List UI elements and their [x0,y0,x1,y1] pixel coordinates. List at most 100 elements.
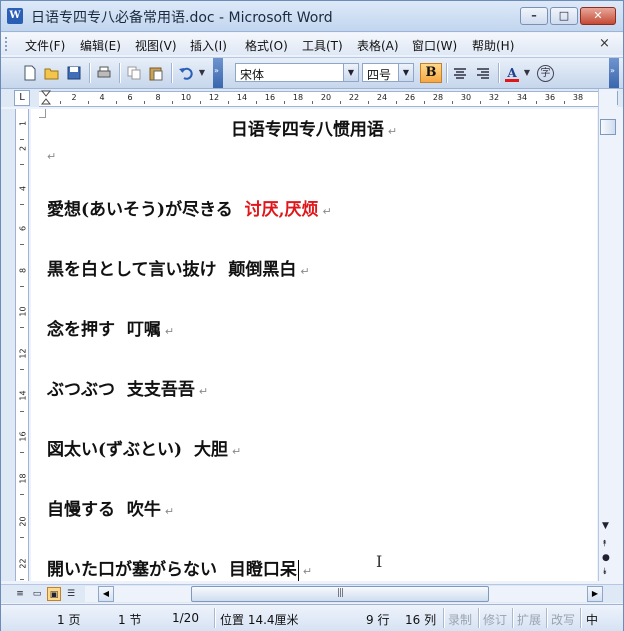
vertical-scroll-thumb[interactable] [600,119,616,135]
menu-insert[interactable]: 插入(I) [190,37,227,54]
phonetic-guide-button[interactable]: 字 [537,65,554,82]
menu-grip-handle[interactable] [5,37,10,51]
outline-view-button[interactable]: ☰ [64,587,78,601]
document-title[interactable]: 日语专四专八惯用语 ↵ [31,115,597,140]
tab-stop-selector[interactable]: L [14,90,30,106]
ruler-tick [228,101,229,104]
title-bar[interactable]: W 日语专四专八必备常用语.doc - Microsoft Word – □ ✕ [1,1,623,32]
paste-button[interactable] [147,64,165,82]
formatting-overflow-chevron[interactable]: » [609,58,619,88]
font-size-combo[interactable]: 四号 ▼ [362,63,414,82]
menu-view[interactable]: 视图(V) [135,37,177,54]
font-color-dropdown[interactable]: ▼ [522,64,532,82]
ruler-tick [116,101,117,104]
previous-page-icon[interactable]: ⯭ [602,539,607,549]
copy-button[interactable] [125,64,143,82]
align-right-button[interactable] [474,64,492,82]
word-app-icon[interactable]: W [7,8,23,24]
entry-chinese: 目瞪口呆 [228,560,297,580]
menu-edit[interactable]: 编辑(E) [80,37,121,54]
ruler-tick [20,411,24,412]
menu-format[interactable]: 格式(O) [245,37,288,54]
normal-view-icon: ≡ [16,589,24,599]
font-name-combo[interactable]: 宋体 ▼ [235,63,359,82]
chevron-down-icon[interactable]: ▼ [398,64,413,81]
menu-window[interactable]: 窗口(W) [412,37,457,54]
document-page[interactable]: 日语专四专八惯用语 ↵ ↵ 愛想(あいそう)が尽きる 讨厌,厌烦 ↵ 黒を白として言… [31,109,597,581]
horizontal-ruler[interactable]: 2 4 6 8 10 12 14 16 18 20 22 24 26 28 30 32 34 36 38 [39,91,599,107]
align-right-icon [477,68,489,79]
chevron-right-icon: » [214,66,219,75]
scroll-right-button[interactable]: ▶ [587,586,603,602]
entry-line[interactable]: 愛想(あいそう)が尽きる 讨厌,厌烦 ↵ [47,195,332,220]
open-button[interactable] [43,64,61,82]
save-button[interactable] [65,64,83,82]
minimize-button[interactable]: – [520,7,548,25]
print-button[interactable] [95,64,113,82]
undo-button[interactable] [177,64,195,82]
bold-button[interactable]: B [420,63,442,83]
paragraph-mark: ↵ [302,565,313,578]
menu-help[interactable]: 帮助(H) [472,37,514,54]
entry-japanese: 愛想(あいそう)が尽きる [47,200,233,220]
status-overtype[interactable]: 改写 [551,611,575,628]
chevron-down-icon[interactable]: ▼ [343,64,358,81]
status-extend-selection[interactable]: 扩展 [517,611,541,628]
entry-line[interactable]: ぶつぶつ 支支吾吾 ↵ [47,375,208,400]
scroll-down-arrow-icon[interactable]: ▼ [602,521,609,531]
ruler-number: 4 [99,93,105,102]
print-layout-view-button[interactable]: ▣ [47,587,61,601]
entry-japanese: 自慢する [47,500,115,520]
entry-chinese: 叮嘱 [126,320,161,340]
formatting-toolbar-grip[interactable] [227,64,233,82]
select-browse-object-icon[interactable]: ● [602,553,610,563]
undo-dropdown[interactable]: ▼ [197,64,207,82]
menu-table[interactable]: 表格(A) [357,37,399,54]
toolbar-grip-handle[interactable] [5,64,11,82]
ruler-tick [200,101,201,104]
font-color-button[interactable]: A [503,64,521,82]
entry-line[interactable]: 自慢する 吹牛 ↵ [47,495,174,520]
toolbar-overflow-chevron[interactable]: » [213,58,223,88]
menu-tools[interactable]: 工具(T) [302,37,343,54]
ruler-number: 36 [544,93,556,102]
status-language[interactable]: 中 [586,611,598,628]
new-document-icon [24,65,36,81]
vertical-ruler[interactable]: 1 2 4 6 8 10 12 14 16 18 20 22 [15,109,29,581]
close-document-button[interactable]: × [599,36,610,51]
normal-view-button[interactable]: ≡ [13,587,27,601]
vertical-scrollbar[interactable]: ▼ ⯭ ● ⯯ [598,89,617,581]
ruler-number: 28 [432,93,444,102]
new-document-button[interactable] [21,64,39,82]
align-center-button[interactable] [451,64,469,82]
entry-line[interactable]: 黒を白として言い抜け 颠倒黑白 ↵ [47,255,310,280]
status-track-changes[interactable]: 修订 [483,611,507,628]
horizontal-scroll-row: ≡ ▭ ▣ ☰ ▯ ◀ ||| ▶ [1,584,623,603]
status-separator [478,608,480,628]
status-record-macro[interactable]: 录制 [448,611,472,628]
maximize-button[interactable]: □ [550,7,578,25]
ruler-number: 10 [18,306,28,317]
document-title-text: 日语专四专八惯用语 [230,120,384,140]
horizontal-scroll-thumb[interactable]: ||| [191,586,489,602]
status-separator [512,608,514,628]
menu-file[interactable]: 文件(F) [25,37,65,54]
ruler-tick [144,101,145,104]
entry-line[interactable]: 念を押す 叮嘱 ↵ [47,315,174,340]
ibeam-cursor-icon: I [376,552,383,571]
scroll-left-button[interactable]: ◀ [98,586,114,602]
next-page-icon[interactable]: ⯯ [602,567,607,577]
ruler-number: 24 [376,93,388,102]
entry-japanese: 図太い(ずぶとい) [47,440,183,460]
entry-line[interactable]: 図太い(ずぶとい) 大胆 ↵ [47,435,241,460]
entry-line[interactable]: 開いた口が塞がらない 目瞪口呆 ↵ [47,555,312,581]
indent-marker-icon[interactable] [41,89,51,107]
ruler-tick [508,101,509,104]
web-layout-view-button[interactable]: ▭ [30,587,44,601]
status-separator [580,608,582,628]
close-icon: ✕ [593,9,603,22]
empty-paragraph[interactable]: ↵ [47,145,56,165]
close-button[interactable]: ✕ [580,7,616,25]
status-page-of: 1/20 [172,611,199,625]
ruler-tick [20,369,24,370]
